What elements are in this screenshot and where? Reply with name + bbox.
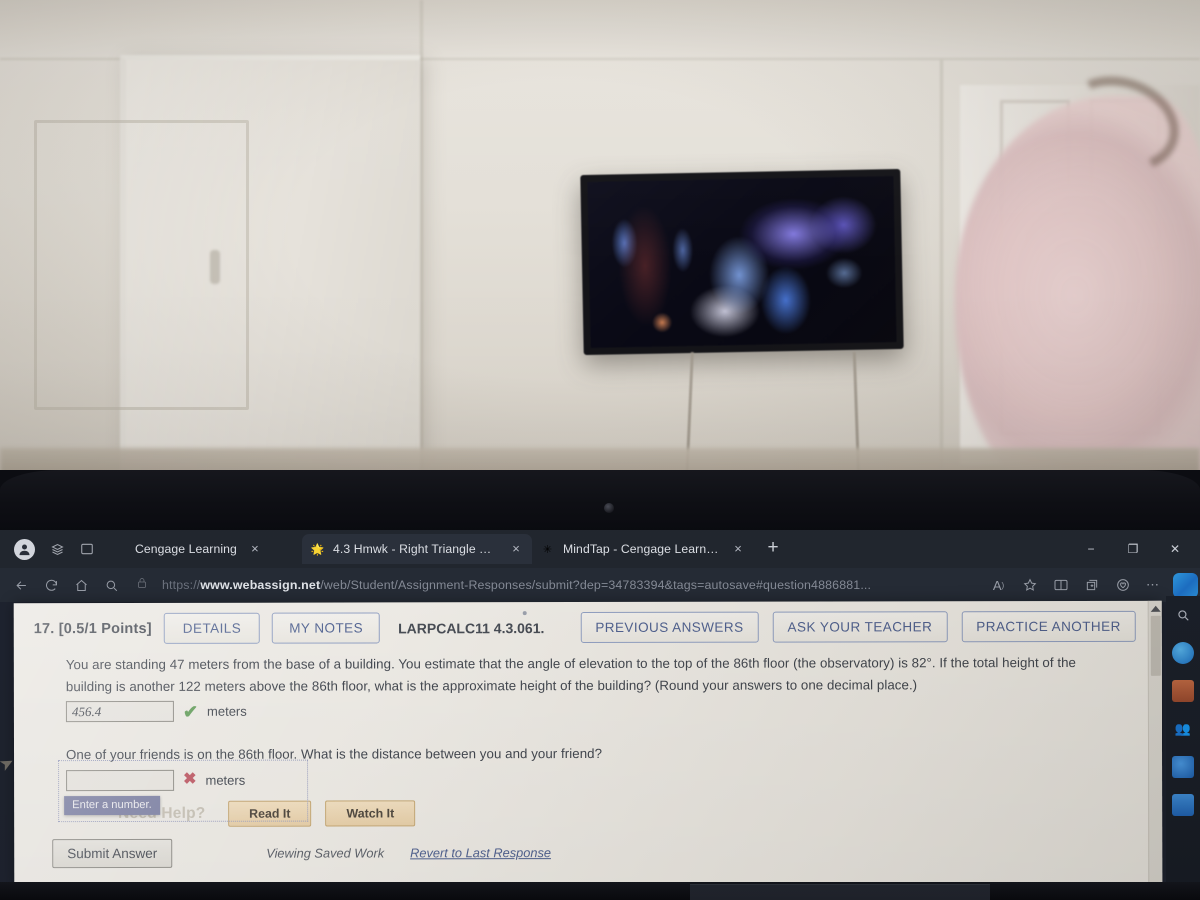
my-notes-button[interactable]: MY NOTES [272, 612, 381, 644]
taskbar-app-icon[interactable] [1172, 794, 1194, 816]
browser-toolbar: https://www.webassign.net/web/Student/As… [0, 568, 1200, 602]
toolbar-right-icons: A) ⋯ [983, 571, 1200, 599]
minimize-button[interactable]: − [1070, 534, 1112, 564]
details-button[interactable]: DETAILS [163, 612, 261, 644]
lock-icon [136, 576, 154, 594]
tab-43-hmwk-right-triangle-trig[interactable]: 🌟 4.3 Hmwk - Right Triangle Trigon × [302, 534, 532, 564]
question-number-points: 17. [0.5/1 Points] [33, 620, 152, 637]
search-icon[interactable] [96, 571, 126, 599]
home-icon[interactable] [66, 571, 96, 599]
collections-icon[interactable] [1076, 571, 1107, 599]
windows-taskbar: 👥 [1166, 596, 1200, 900]
new-tab-button[interactable]: + [760, 536, 786, 562]
viewing-saved-work-label: Viewing Saved Work [266, 845, 385, 861]
close-icon[interactable]: × [508, 541, 524, 557]
close-icon[interactable]: × [247, 541, 263, 557]
tab-search-icon[interactable] [74, 536, 100, 562]
validation-tooltip: Enter a number. [64, 795, 160, 816]
profile-avatar[interactable] [14, 538, 35, 560]
laptop-bezel-top [0, 470, 1200, 532]
browser-tabstrip: Cengage Learning × 🌟 4.3 Hmwk - Right Tr… [0, 530, 1200, 568]
submit-answer-button[interactable]: Submit Answer [52, 838, 173, 869]
window-controls: − ❐ ✕ [1070, 530, 1196, 568]
watch-it-button[interactable]: Watch It [325, 799, 416, 827]
tab-title: MindTap - Cengage Learning [563, 542, 720, 556]
tab-favicon: 🌟 [310, 543, 325, 556]
settings-more-icon[interactable]: ⋯ [1138, 571, 1169, 599]
answer-input-a[interactable] [65, 700, 174, 723]
question-actions: PREVIOUS ANSWERS ASK YOUR TEACHER PRACTI… [580, 610, 1150, 644]
refresh-icon[interactable] [36, 571, 66, 599]
wall-corner-seam [420, 0, 423, 470]
ceiling [0, 0, 1200, 60]
tab-title: Cengage Learning [135, 542, 237, 556]
practice-another-button[interactable]: PRACTICE ANOTHER [961, 610, 1136, 643]
question-code-marker [522, 610, 527, 615]
unit-label-a: meters [207, 703, 247, 719]
revert-to-last-response-link[interactable]: Revert to Last Response [410, 845, 551, 860]
url-path: /web/Student/Assignment-Responses/submit… [320, 578, 872, 592]
tab-title: 4.3 Hmwk - Right Triangle Trigon [333, 542, 498, 556]
wall-mounted-tv [580, 168, 904, 356]
close-window-button[interactable]: ✕ [1154, 534, 1196, 564]
laptop-bottom-edge [0, 882, 1200, 900]
previous-answers-button[interactable]: PREVIOUS ANSWERS [580, 611, 759, 644]
ask-your-teacher-button[interactable]: ASK YOUR TEACHER [772, 611, 948, 643]
webassign-question-page: 17. [0.5/1 Points] DETAILS MY NOTES LARP… [13, 600, 1163, 887]
question-code: LARPCALC11 4.3.061. [398, 610, 545, 636]
scroll-up-arrow-icon[interactable] [1150, 605, 1161, 612]
browser-essentials-icon[interactable] [1107, 571, 1138, 599]
question-part-a: You are standing 47 meters from the base… [65, 652, 1126, 723]
answer-row-a: ✔ meters [65, 699, 1126, 723]
question-code-text: LARPCALC11 4.3.061. [398, 619, 545, 636]
tv-scene-glow [617, 206, 673, 326]
tab-actions-icon[interactable] [44, 536, 70, 562]
room-photo-background [0, 0, 1200, 500]
copilot-icon[interactable] [1173, 572, 1198, 598]
question-body: You are standing 47 meters from the base… [14, 646, 1162, 827]
scrollbar-thumb[interactable] [1150, 615, 1161, 676]
laptop-keyboard-edge [690, 884, 990, 900]
tab-favicon [112, 542, 127, 557]
webcam-icon [604, 503, 614, 513]
taskbar-people-icon[interactable]: 👥 [1172, 718, 1194, 740]
taskbar-edge-icon[interactable] [1172, 642, 1194, 664]
tab-favicon: ✳ [542, 543, 553, 556]
back-icon[interactable] [6, 571, 36, 599]
tab-cengage-learning[interactable]: Cengage Learning × [104, 534, 302, 564]
taskbar-store-icon[interactable] [1172, 680, 1194, 702]
submit-row: Submit Answer Viewing Saved Work Revert … [52, 838, 551, 869]
tab-mindtap-cengage-learning[interactable]: ✳ MindTap - Cengage Learning × [532, 534, 754, 564]
close-icon[interactable]: × [730, 541, 746, 557]
question-header: 17. [0.5/1 Points] DETAILS MY NOTES LARP… [14, 601, 1162, 648]
taskbar-search-icon[interactable] [1172, 604, 1194, 626]
read-aloud-icon[interactable]: A) [983, 571, 1014, 599]
restore-button[interactable]: ❐ [1112, 534, 1154, 564]
address-bar[interactable]: https://www.webassign.net/web/Student/As… [136, 572, 977, 598]
url-scheme: https:// [162, 578, 201, 592]
favorite-star-icon[interactable] [1014, 571, 1045, 599]
split-screen-icon[interactable] [1045, 571, 1076, 599]
wall-seam-right [940, 60, 943, 470]
taskbar-mail-icon[interactable] [1172, 756, 1194, 778]
correct-check-icon: ✔ [182, 701, 199, 722]
tv-screen [587, 176, 897, 348]
question-part-b: One of your friends is on the 86th floor… [58, 742, 1138, 823]
url-domain: www.webassign.net [200, 578, 321, 592]
question-part-a-text: You are standing 47 meters from the base… [65, 654, 1077, 694]
url-text: https://www.webassign.net/web/Student/As… [162, 578, 871, 592]
page-scrollbar[interactable] [1147, 600, 1163, 884]
door-handle [210, 250, 220, 284]
